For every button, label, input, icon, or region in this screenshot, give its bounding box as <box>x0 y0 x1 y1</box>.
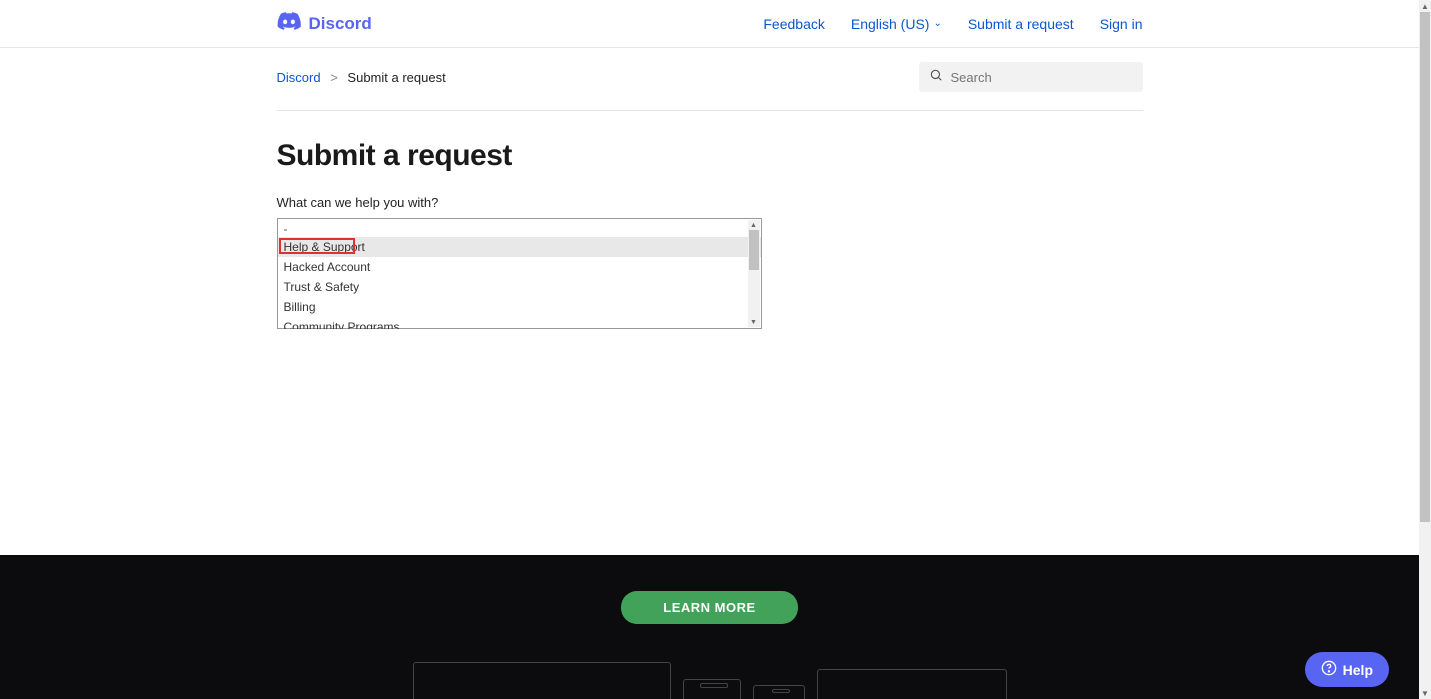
tablet-illustration <box>817 669 1007 699</box>
footer: LEARN MORE <box>0 555 1419 699</box>
breadcrumb: Discord > Submit a request <box>277 70 446 85</box>
dropdown-option-hacked-account[interactable]: Hacked Account <box>278 257 761 277</box>
browser-scroll-thumb[interactable] <box>1420 12 1430 522</box>
header: Discord Feedback English (US) ⌄ Submit a… <box>0 0 1419 48</box>
dropdown-scrollbar[interactable]: ▲ ▼ <box>748 220 760 327</box>
dropdown-option-trust-safety[interactable]: Trust & Safety <box>278 277 761 297</box>
dropdown-option-help-support[interactable]: Help & Support <box>278 237 761 257</box>
header-nav: Feedback English (US) ⌄ Submit a request… <box>763 16 1142 32</box>
nav-submit-request[interactable]: Submit a request <box>968 16 1074 32</box>
chevron-down-icon: ⌄ <box>933 18 941 29</box>
scroll-down-icon[interactable]: ▼ <box>748 317 760 327</box>
search-box[interactable] <box>919 62 1143 92</box>
scroll-down-arrow-icon[interactable]: ▼ <box>1419 687 1431 699</box>
device-illustrations <box>413 662 1007 699</box>
dropdown-selected[interactable]: - <box>278 219 761 237</box>
dropdown-option-community-programs[interactable]: Community Programs <box>278 317 761 329</box>
help-icon <box>1321 660 1337 679</box>
phone-illustration-2 <box>753 685 805 699</box>
nav-sign-in[interactable]: Sign in <box>1100 16 1143 32</box>
dropdown-option-billing[interactable]: Billing <box>278 297 761 317</box>
search-input[interactable] <box>951 70 1133 85</box>
page-title: Submit a request <box>277 139 1143 173</box>
scroll-up-arrow-icon[interactable]: ▲ <box>1419 0 1431 12</box>
learn-more-button[interactable]: LEARN MORE <box>621 591 797 624</box>
nav-language-label: English (US) <box>851 16 930 32</box>
brand-logo[interactable]: Discord <box>277 12 372 35</box>
search-icon <box>929 68 943 87</box>
breadcrumb-separator: > <box>330 70 338 85</box>
nav-language[interactable]: English (US) ⌄ <box>851 16 942 32</box>
browser-scrollbar[interactable]: ▲ ▼ <box>1419 0 1431 699</box>
brand-text: Discord <box>309 14 372 34</box>
breadcrumb-current: Submit a request <box>347 70 445 85</box>
help-widget[interactable]: Help <box>1305 652 1389 687</box>
discord-icon <box>277 12 301 35</box>
scroll-up-icon[interactable]: ▲ <box>748 220 760 230</box>
dropdown-list: Help & Support Hacked Account Trust & Sa… <box>278 237 761 329</box>
phone-illustration-1 <box>683 679 741 699</box>
question-label: What can we help you with? <box>277 195 1143 210</box>
scroll-thumb[interactable] <box>749 230 759 270</box>
nav-feedback[interactable]: Feedback <box>763 16 824 32</box>
laptop-illustration <box>413 662 671 699</box>
help-widget-label: Help <box>1343 662 1373 678</box>
help-topic-dropdown[interactable]: - Help & Support Hacked Account Trust & … <box>277 218 762 329</box>
dropdown-selected-value: - <box>284 222 288 236</box>
breadcrumb-home[interactable]: Discord <box>277 70 321 85</box>
